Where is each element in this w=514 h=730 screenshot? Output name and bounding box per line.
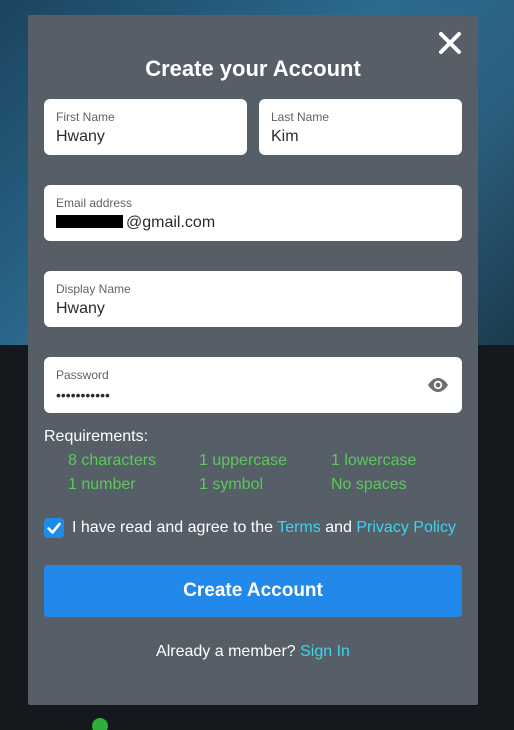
agreement-text: I have read and agree to the Terms and P…	[72, 519, 456, 537]
close-icon	[439, 32, 461, 54]
agreement-middle: and	[325, 519, 352, 536]
password-field[interactable]: Password •••••••••••	[44, 357, 462, 413]
display-name-value: Hwany	[56, 300, 105, 317]
requirement-item: 8 characters	[68, 452, 157, 469]
display-name-label: Display Name	[56, 282, 131, 296]
requirement-item: 1 uppercase	[199, 452, 288, 469]
password-label: Password	[56, 368, 109, 382]
agree-checkbox[interactable]	[44, 518, 64, 538]
requirement-item: 1 lowercase	[331, 452, 417, 469]
display-name-field[interactable]: Display Name Hwany	[44, 271, 462, 327]
modal-title: Create your Account	[145, 56, 361, 81]
redaction-bar	[56, 215, 123, 228]
email-domain: @gmail.com	[126, 214, 216, 231]
sign-in-link[interactable]: Sign In	[300, 643, 350, 660]
requirement-item: 1 number	[68, 476, 136, 493]
email-label: Email address	[56, 196, 133, 210]
email-value: @gmail.com	[56, 214, 215, 232]
first-name-value: Hwany	[56, 128, 105, 145]
requirement-item: 1 symbol	[199, 476, 264, 493]
checkmark-icon	[47, 522, 61, 534]
privacy-policy-link[interactable]: Privacy Policy	[356, 519, 456, 536]
create-account-button[interactable]: Create Account	[44, 565, 462, 617]
first-name-label: First Name	[56, 110, 115, 124]
last-name-field[interactable]: Last Name Kim	[259, 99, 462, 155]
first-name-field[interactable]: First Name Hwany	[44, 99, 247, 155]
agreement-prefix: I have read and agree to the	[72, 519, 274, 536]
close-button[interactable]	[436, 29, 464, 57]
email-field[interactable]: Email address @gmail.com	[44, 185, 462, 241]
sign-in-row: Already a member? Sign In	[28, 643, 478, 661]
create-account-modal: Create your Account First Name Hwany Las…	[28, 15, 478, 705]
show-password-toggle[interactable]	[426, 376, 450, 394]
sign-in-prompt: Already a member?	[156, 643, 296, 660]
backdrop-indicator	[92, 718, 108, 730]
requirement-item: No spaces	[331, 476, 407, 493]
last-name-label: Last Name	[271, 110, 330, 124]
last-name-value: Kim	[271, 128, 299, 145]
terms-link[interactable]: Terms	[277, 519, 321, 536]
requirements-title: Requirements:	[44, 428, 149, 445]
password-masked-value: •••••••••••	[56, 387, 110, 403]
eye-icon	[428, 378, 448, 392]
